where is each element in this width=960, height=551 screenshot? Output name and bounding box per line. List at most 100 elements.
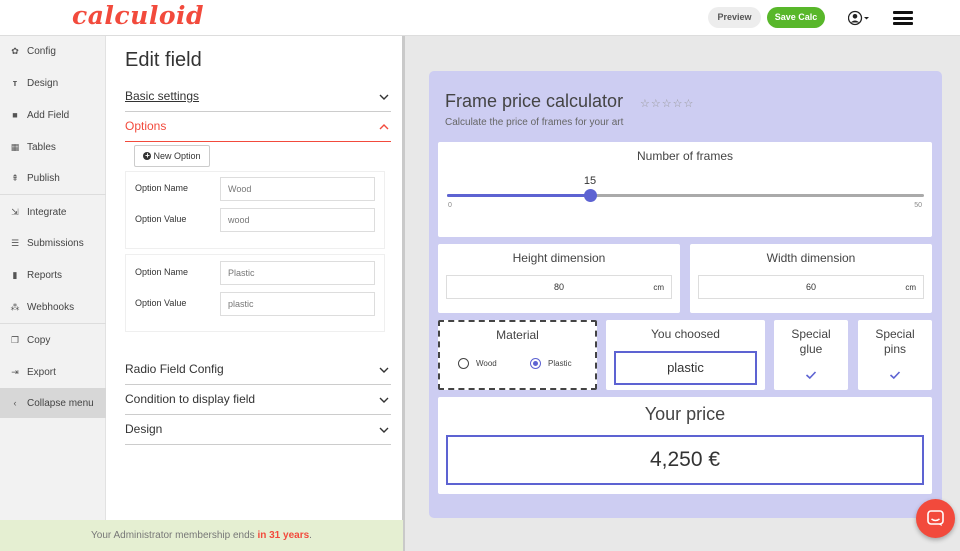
frames-label: Number of frames — [636, 149, 734, 163]
sidebar-item-label: Copy — [27, 334, 51, 346]
accordion-label: Options — [125, 119, 167, 133]
option-value-input[interactable]: plastic — [220, 292, 375, 316]
slider-max: 50 — [914, 202, 922, 209]
sidebar-item-label: Export — [27, 366, 56, 378]
calculator-preview: Frame price calculator ☆☆☆☆☆ Calculate t… — [429, 71, 942, 518]
label-line: pins — [883, 342, 906, 356]
option-name-input[interactable]: Plastic — [220, 261, 375, 285]
sidebar-item-add-field[interactable]: ■ Add Field — [0, 100, 106, 130]
option-name-label: Option Name — [135, 267, 189, 277]
frames-slider-card: Number of frames 15 0 50 — [438, 142, 932, 237]
sidebar-divider — [0, 323, 106, 324]
sidebar-item-design[interactable]: ᴛ Design — [0, 68, 106, 98]
plus-circle-icon: + — [143, 151, 152, 160]
upload-icon: ⇞ — [11, 172, 19, 183]
price-card: Your price 4,250 € — [438, 397, 932, 494]
sidebar-item-publish[interactable]: ⇞ Publish — [0, 163, 106, 193]
special-glue-card[interactable]: Special glue — [774, 320, 848, 390]
chevron-up-icon — [379, 124, 389, 130]
sidebar-item-label: Tables — [27, 141, 56, 153]
chat-support-button[interactable] — [916, 499, 955, 538]
width-input[interactable]: 60 cm — [698, 275, 924, 299]
accordion-basic-settings[interactable]: Basic settings — [125, 82, 391, 112]
radio-circle-icon — [458, 358, 469, 369]
hamburger-menu-icon[interactable] — [893, 11, 913, 25]
height-card: Height dimension 80 cm — [438, 244, 680, 313]
radio-wood[interactable]: Wood — [458, 358, 497, 369]
slider-fill — [447, 194, 590, 197]
option-name-input[interactable]: Wood — [220, 177, 375, 201]
membership-footer: Your Administrator membership ends in 31… — [0, 520, 403, 551]
bar-chart-icon: ▮ — [12, 269, 18, 280]
frames-slider[interactable] — [447, 189, 924, 202]
sidebar-item-submissions[interactable]: ☰ Submissions — [0, 228, 106, 258]
calculator-subtitle: Calculate the price of frames for your a… — [445, 117, 624, 128]
slider-min: 0 — [448, 202, 452, 209]
special-pins-label: Special pins — [858, 327, 932, 357]
option-value-input[interactable]: wood — [220, 208, 375, 232]
chosen-card: You choosed plastic — [606, 320, 765, 390]
width-value: 60 — [805, 282, 816, 292]
height-unit: cm — [653, 283, 664, 292]
slider-handle[interactable] — [584, 189, 597, 202]
new-option-button[interactable]: + New Option — [134, 145, 210, 167]
sidebar-item-reports[interactable]: ▮ Reports — [0, 260, 106, 290]
user-menu-icon[interactable] — [847, 10, 870, 26]
sidebar-item-webhooks[interactable]: ⁂ Webhooks — [0, 292, 106, 322]
width-unit: cm — [905, 283, 916, 292]
width-card: Width dimension 60 cm — [690, 244, 932, 313]
sidebar-item-integrate[interactable]: ⇲ Integrate — [0, 197, 106, 227]
accordion-radio-field-config[interactable]: Radio Field Config — [125, 355, 391, 385]
text-format-icon: ᴛ — [12, 78, 18, 88]
option-name-label: Option Name — [135, 183, 189, 193]
chevron-down-icon — [379, 94, 389, 100]
price-output: 4,250 € — [446, 435, 924, 485]
checkmark-icon — [889, 371, 901, 380]
chevron-down-icon — [379, 427, 389, 433]
chosen-output: plastic — [614, 351, 757, 385]
sidebar-item-label: Config — [27, 45, 56, 57]
footer-period: . — [309, 530, 312, 541]
chat-icon — [927, 510, 944, 526]
sidebar-item-label: Publish — [27, 172, 60, 184]
sidebar-item-label: Submissions — [27, 237, 84, 249]
material-label: Material — [496, 328, 539, 342]
slider-value: 15 — [583, 175, 597, 187]
sidebar-item-copy[interactable]: ❐ Copy — [0, 325, 106, 355]
accordion-options[interactable]: Options — [125, 112, 391, 142]
sidebar-item-tables[interactable]: ▦ Tables — [0, 132, 106, 162]
sidebar-item-label: Collapse menu — [27, 397, 94, 409]
accordion-design[interactable]: Design — [125, 415, 391, 445]
radio-label: Wood — [476, 359, 497, 368]
footer-text: Your Administrator membership ends — [91, 530, 258, 541]
accordion-label: Basic settings — [125, 89, 200, 103]
sidebar-collapse-menu[interactable]: ‹ Collapse menu — [0, 388, 106, 418]
sidebar-item-label: Add Field — [27, 109, 70, 121]
label-line: Special — [875, 327, 915, 341]
add-square-icon: ■ — [12, 110, 18, 120]
sidebar: ✿ Config ᴛ Design ■ Add Field ▦ Tables ⇞ Publ… — [0, 36, 106, 520]
webhook-icon: ⁂ — [10, 301, 20, 312]
accordion-condition-to-display[interactable]: Condition to display field — [125, 385, 391, 415]
sidebar-item-config[interactable]: ✿ Config — [0, 36, 106, 66]
radio-plastic[interactable]: Plastic — [530, 358, 572, 369]
sidebar-item-export[interactable]: ⇥ Export — [0, 357, 106, 387]
radio-selected-icon — [530, 358, 541, 369]
calculoid-logo[interactable]: calculoid — [72, 1, 204, 30]
special-glue-label: Special glue — [774, 327, 848, 357]
label-line: Special — [791, 327, 831, 341]
material-card[interactable]: Material Wood Plastic — [438, 320, 597, 390]
special-pins-card[interactable]: Special pins — [858, 320, 932, 390]
price-label: Your price — [644, 404, 726, 424]
checkmark-icon — [805, 371, 817, 380]
top-bar: calculoid Preview Save Calc — [0, 0, 960, 36]
save-calc-button[interactable]: Save Calc — [767, 7, 825, 28]
export-icon: ⇥ — [11, 366, 19, 377]
height-input[interactable]: 80 cm — [446, 275, 672, 299]
rating-stars-icon[interactable]: ☆☆☆☆☆ — [640, 97, 694, 110]
accordion-label: Design — [125, 422, 163, 436]
preview-button[interactable]: Preview — [708, 7, 761, 28]
height-value: 80 — [553, 282, 564, 292]
list-icon: ☰ — [10, 237, 20, 248]
panel-divider[interactable] — [402, 36, 405, 551]
